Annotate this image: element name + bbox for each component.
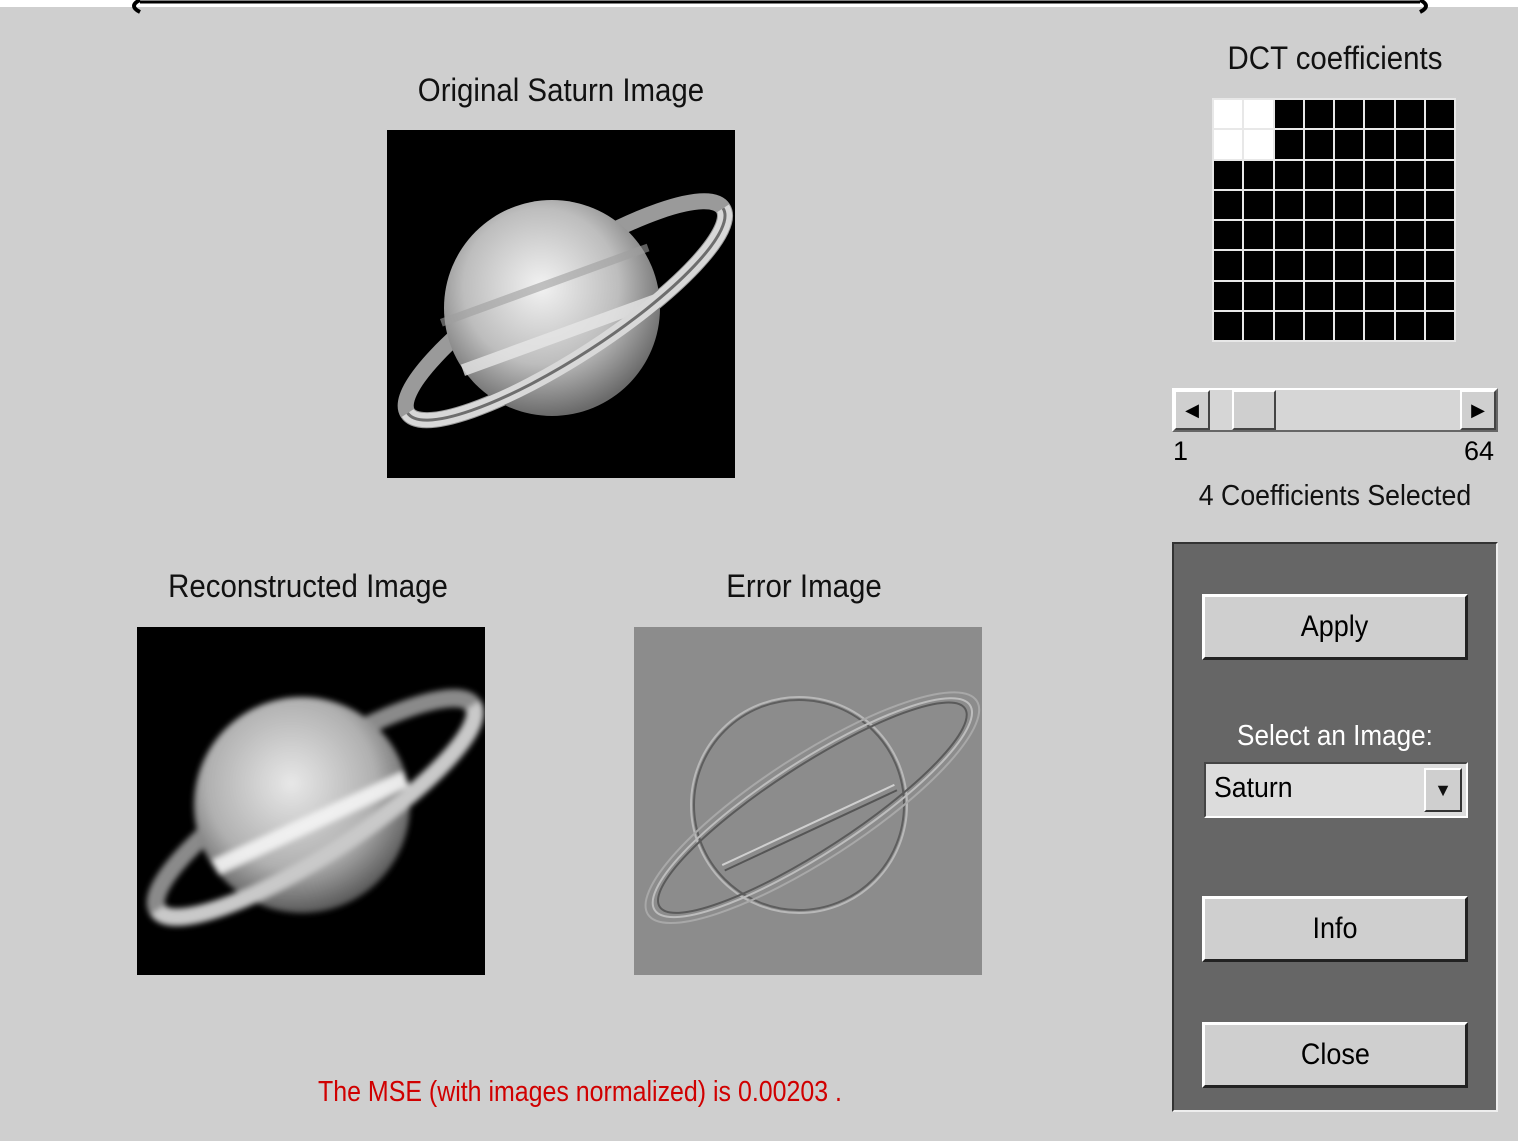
image-select-value: Saturn — [1214, 772, 1293, 804]
dct-cell[interactable] — [1244, 160, 1273, 189]
dct-cell[interactable] — [1365, 221, 1394, 250]
dct-cell[interactable] — [1244, 221, 1273, 250]
mse-status-text: The MSE (with images normalized) is 0.00… — [318, 1076, 842, 1108]
dct-cell[interactable] — [1395, 311, 1424, 340]
dct-cell[interactable] — [1365, 100, 1394, 129]
reconstructed-image-title: Reconstructed Image — [168, 568, 448, 604]
coefficient-slider[interactable]: ◀ ▶ — [1172, 388, 1498, 432]
dct-cell[interactable] — [1395, 130, 1424, 159]
reconstructed-image — [137, 627, 485, 975]
dropdown-arrow-button[interactable]: ▼ — [1424, 768, 1462, 812]
dct-cell[interactable] — [1304, 251, 1333, 280]
dct-cell[interactable] — [1425, 221, 1454, 250]
dct-cell[interactable] — [1335, 190, 1364, 219]
slider-max-label: 64 — [1464, 436, 1495, 466]
dct-cell[interactable] — [1244, 251, 1273, 280]
original-image-title: Original Saturn Image — [417, 72, 705, 108]
dct-cell[interactable] — [1395, 281, 1424, 310]
dct-cell[interactable] — [1365, 190, 1394, 219]
select-image-label: Select an Image: — [1237, 720, 1433, 752]
triangle-right-icon: ▶ — [1471, 399, 1485, 420]
dct-cell[interactable] — [1365, 160, 1394, 189]
dct-cell[interactable] — [1304, 311, 1333, 340]
apply-button[interactable]: Apply — [1202, 594, 1468, 660]
dct-cell[interactable] — [1214, 160, 1243, 189]
dct-cell[interactable] — [1365, 311, 1394, 340]
dct-cell[interactable] — [1214, 281, 1243, 310]
info-button[interactable]: Info — [1202, 896, 1468, 962]
dct-cell[interactable] — [1274, 100, 1303, 129]
dct-cell[interactable] — [1214, 100, 1243, 129]
dct-cell[interactable] — [1335, 311, 1364, 340]
dct-cell[interactable] — [1274, 251, 1303, 280]
dct-cell[interactable] — [1214, 221, 1243, 250]
dct-cell[interactable] — [1304, 221, 1333, 250]
original-saturn-image — [387, 130, 735, 478]
dct-cell[interactable] — [1304, 100, 1333, 129]
apply-button-label: Apply — [1301, 610, 1369, 643]
dct-cell[interactable] — [1274, 281, 1303, 310]
dct-cell[interactable] — [1365, 281, 1394, 310]
dct-cell[interactable] — [1425, 190, 1454, 219]
dct-cell[interactable] — [1214, 251, 1243, 280]
dct-cell[interactable] — [1274, 190, 1303, 219]
image-select-dropdown[interactable]: Saturn ▼ — [1204, 762, 1468, 818]
dct-cell[interactable] — [1425, 281, 1454, 310]
slider-thumb[interactable] — [1231, 390, 1276, 430]
dct-cell[interactable] — [1244, 100, 1273, 129]
info-button-label: Info — [1312, 912, 1358, 945]
dct-coefficient-grid[interactable] — [1212, 98, 1456, 342]
close-button[interactable]: Close — [1202, 1022, 1468, 1088]
dct-cell[interactable] — [1244, 281, 1273, 310]
dct-cell[interactable] — [1395, 100, 1424, 129]
dct-cell[interactable] — [1395, 221, 1424, 250]
dct-cell[interactable] — [1395, 251, 1424, 280]
dct-cell[interactable] — [1425, 160, 1454, 189]
dct-coefficients-title: DCT coefficients — [1227, 40, 1443, 76]
dct-cell[interactable] — [1244, 311, 1273, 340]
slider-min-label: 1 — [1173, 436, 1189, 466]
triangle-left-icon: ◀ — [1185, 399, 1199, 420]
dct-cell[interactable] — [1214, 190, 1243, 219]
dct-cell[interactable] — [1395, 160, 1424, 189]
slider-right-button[interactable]: ▶ — [1460, 390, 1496, 430]
coefficients-selected-status: 4 Coefficients Selected — [1198, 480, 1472, 512]
close-button-label: Close — [1300, 1038, 1370, 1071]
dct-cell[interactable] — [1304, 281, 1333, 310]
dct-cell[interactable] — [1304, 160, 1333, 189]
dct-cell[interactable] — [1335, 160, 1364, 189]
dct-cell[interactable] — [1335, 251, 1364, 280]
triangle-down-icon: ▼ — [1434, 779, 1452, 800]
dct-cell[interactable] — [1304, 190, 1333, 219]
dct-cell[interactable] — [1335, 130, 1364, 159]
window-frame-top — [0, 0, 1518, 14]
dct-cell[interactable] — [1335, 100, 1364, 129]
dct-cell[interactable] — [1304, 130, 1333, 159]
dct-cell[interactable] — [1274, 160, 1303, 189]
control-panel: Apply Select an Image: Saturn ▼ Info Clo… — [1172, 542, 1498, 1112]
dct-cell[interactable] — [1214, 311, 1243, 340]
dct-cell[interactable] — [1425, 311, 1454, 340]
dct-cell[interactable] — [1425, 251, 1454, 280]
dct-cell[interactable] — [1395, 190, 1424, 219]
dct-cell[interactable] — [1335, 281, 1364, 310]
dct-cell[interactable] — [1274, 311, 1303, 340]
dct-cell[interactable] — [1274, 130, 1303, 159]
dct-cell[interactable] — [1214, 130, 1243, 159]
dct-cell[interactable] — [1365, 251, 1394, 280]
dct-cell[interactable] — [1425, 130, 1454, 159]
slider-left-button[interactable]: ◀ — [1174, 390, 1210, 430]
dct-cell[interactable] — [1244, 190, 1273, 219]
dct-cell[interactable] — [1244, 130, 1273, 159]
error-image — [634, 627, 982, 975]
dct-cell[interactable] — [1365, 130, 1394, 159]
dct-cell[interactable] — [1425, 100, 1454, 129]
error-image-title: Error Image — [726, 568, 882, 604]
dct-cell[interactable] — [1274, 221, 1303, 250]
dct-cell[interactable] — [1335, 221, 1364, 250]
